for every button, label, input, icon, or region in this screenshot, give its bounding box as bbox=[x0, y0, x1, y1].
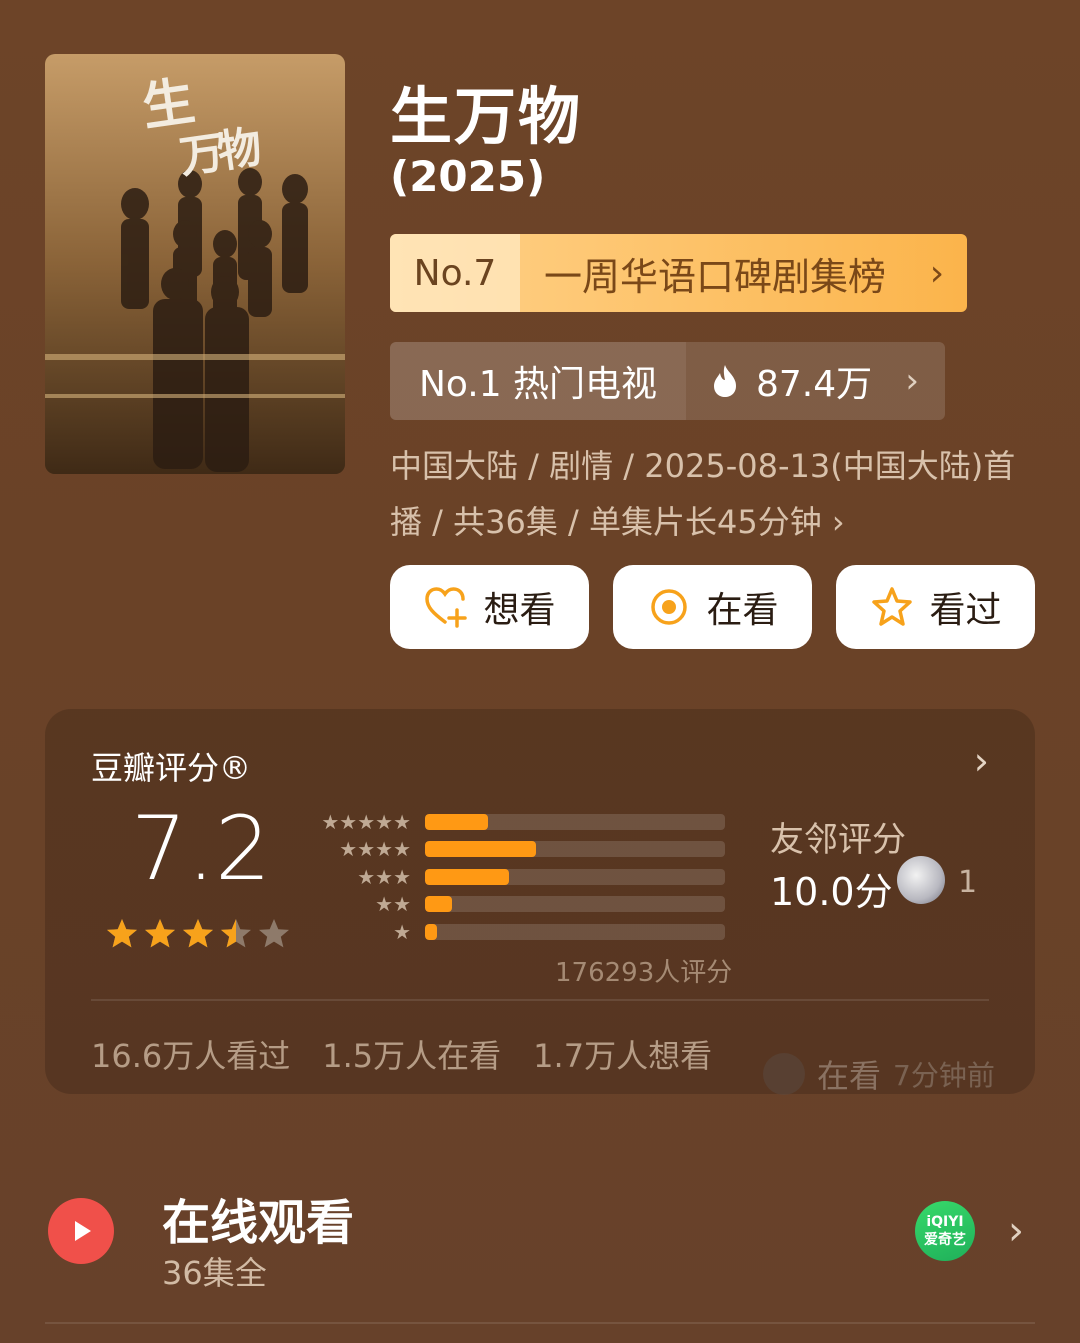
weekly-rank-label: 一周华语口碑剧集榜 bbox=[544, 254, 887, 299]
watched-count: 16.6万人看过 bbox=[91, 1037, 291, 1075]
rating-card-title: 豆瓣评分® bbox=[91, 749, 252, 787]
want-to-watch-label: 想看 bbox=[483, 590, 556, 631]
watched-label: 看过 bbox=[929, 590, 1002, 631]
rating-star-icon bbox=[183, 919, 213, 948]
distribution-bar-track bbox=[425, 896, 725, 913]
hot-rank-label: No.1 热门电视 bbox=[390, 342, 686, 420]
distribution-stars-label: ★★★★★ bbox=[321, 809, 411, 834]
movie-detail-page: 生 万物 生万物 (2025) No.7 一周华语口碑剧集榜 › No.1 热门… bbox=[0, 0, 1080, 1343]
rating-star-icon bbox=[145, 919, 175, 948]
divider bbox=[91, 999, 989, 1001]
poster-logo: 生 万物 bbox=[137, 54, 259, 190]
rating-distribution-row: ★★★★ bbox=[303, 836, 725, 864]
star-outline-icon bbox=[872, 587, 913, 626]
iqiyi-logo-icon[interactable]: iQIYI 爱奇艺 bbox=[915, 1201, 975, 1261]
iqiyi-logo-line2: 爱奇艺 bbox=[924, 1232, 966, 1248]
friends-rating-count: 1 bbox=[958, 865, 978, 900]
recent-activity-time: 7分钟前 bbox=[893, 1059, 995, 1092]
play-icon bbox=[75, 1221, 91, 1241]
play-button[interactable] bbox=[48, 1198, 114, 1264]
distribution-bar-track bbox=[425, 841, 725, 858]
want-count: 1.7万人想看 bbox=[533, 1037, 713, 1075]
flame-icon bbox=[714, 365, 736, 397]
distribution-bar-fill bbox=[425, 923, 437, 940]
watched-button[interactable]: 看过 bbox=[836, 565, 1035, 649]
avatar bbox=[763, 1053, 805, 1095]
iqiyi-logo-line1: iQIYI bbox=[926, 1214, 964, 1230]
divider bbox=[45, 1322, 1035, 1324]
want-to-watch-button[interactable]: 想看 bbox=[390, 565, 589, 649]
friends-rating-score: 10.0分 bbox=[770, 870, 893, 914]
weekly-chart-rank-banner[interactable]: No.7 一周华语口碑剧集榜 › bbox=[390, 234, 967, 312]
rating-distribution-row: ★ bbox=[303, 918, 725, 946]
rating-stars bbox=[105, 917, 291, 951]
action-buttons: 想看 在看 看过 bbox=[390, 565, 1035, 649]
movie-year: (2025) bbox=[390, 152, 546, 201]
chevron-right-icon: › bbox=[929, 252, 945, 294]
episode-count: 36集全 bbox=[162, 1254, 267, 1292]
distribution-bar-fill bbox=[425, 868, 509, 885]
rating-star-icon bbox=[107, 919, 137, 948]
rating-star-icon bbox=[221, 919, 251, 948]
chevron-right-icon[interactable]: › bbox=[974, 739, 989, 783]
distribution-bar-track bbox=[425, 813, 725, 830]
rating-star-icon bbox=[259, 919, 289, 948]
weekly-rank-number: No.7 bbox=[390, 234, 520, 312]
distribution-stars-label: ★★★ bbox=[357, 864, 411, 889]
hot-heat-value: 87.4万 bbox=[756, 364, 873, 405]
watch-stats: 16.6万人看过 1.5万人在看 1.7万人想看 bbox=[91, 1031, 712, 1077]
movie-meta-info[interactable]: 中国大陆 / 剧情 / 2025-08-13(中国大陆)首播 / 共36集 / … bbox=[390, 438, 1030, 550]
distribution-bar-fill bbox=[425, 896, 452, 913]
movie-title: 生万物 bbox=[390, 80, 583, 153]
hot-tv-rank-banner[interactable]: No.1 热门电视 87.4万 › bbox=[390, 342, 945, 420]
rating-score: 7.2 bbox=[131, 797, 271, 900]
distribution-stars-label: ★★ bbox=[375, 892, 411, 917]
rating-distribution: ★★★★★ ★★★★ ★★★ ★★ ★ bbox=[303, 808, 725, 946]
recent-activity-status: 在看 bbox=[817, 1057, 882, 1095]
douban-rating-card[interactable]: 豆瓣评分® › 7.2 ★★★★★ ★★★★ ★★★ ★★ ★ 176293人评分 友邻… bbox=[45, 709, 1035, 1097]
rating-distribution-row: ★★★ bbox=[303, 863, 725, 891]
watching-button[interactable]: 在看 bbox=[613, 565, 812, 649]
poster-image[interactable]: 生 万物 bbox=[45, 54, 345, 474]
distribution-bar-track bbox=[425, 923, 725, 940]
rating-distribution-row: ★★ bbox=[303, 891, 725, 919]
friends-rating-label: 友邻评分 bbox=[770, 820, 906, 860]
rating-distribution-row: ★★★★★ bbox=[303, 808, 725, 836]
watching-count: 1.5万人在看 bbox=[322, 1037, 502, 1075]
distribution-bar-track bbox=[425, 868, 725, 885]
distribution-bar-fill bbox=[425, 813, 488, 830]
chevron-right-icon[interactable]: › bbox=[1008, 1208, 1024, 1254]
heart-plus-icon bbox=[425, 587, 468, 628]
watching-circle-icon bbox=[651, 589, 688, 625]
rating-count: 176293人评分 bbox=[555, 958, 733, 988]
online-watch-title[interactable]: 在线观看 bbox=[162, 1183, 354, 1253]
chevron-right-icon: › bbox=[905, 361, 919, 401]
watching-label: 在看 bbox=[706, 590, 779, 631]
distribution-stars-label: ★★★★ bbox=[339, 837, 411, 862]
friend-avatar[interactable] bbox=[897, 856, 945, 904]
recent-activity[interactable]: 在看 7分钟前 bbox=[763, 1051, 995, 1097]
poster-logo-line2: 万物 bbox=[176, 122, 259, 184]
distribution-stars-label: ★ bbox=[393, 919, 411, 944]
distribution-bar-fill bbox=[425, 841, 536, 858]
